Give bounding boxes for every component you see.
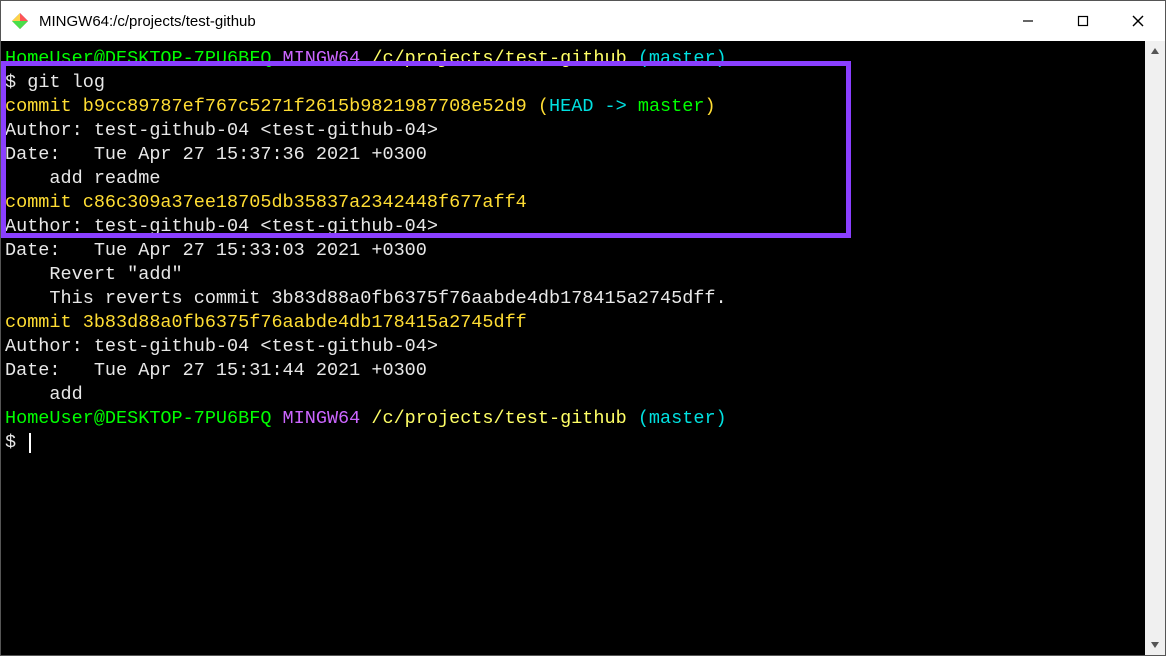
scrollbar[interactable] bbox=[1145, 41, 1165, 655]
window-title: MINGW64:/c/projects/test-github bbox=[39, 13, 1000, 30]
prompt-user-host: HomeUser@DESKTOP-7PU6BFQ bbox=[5, 408, 283, 429]
prompt-line: HomeUser@DESKTOP-7PU6BFQ MINGW64 /c/proj… bbox=[5, 407, 1145, 431]
message-line: Revert "add" bbox=[5, 263, 1145, 287]
titlebar[interactable]: MINGW64:/c/projects/test-github bbox=[1, 1, 1165, 41]
commit-date: Date: Tue Apr 27 15:31:44 2021 +0300 bbox=[5, 360, 427, 381]
date-line: Date: Tue Apr 27 15:33:03 2021 +0300 bbox=[5, 239, 1145, 263]
prompt-branch: (master) bbox=[638, 48, 727, 69]
maximize-button[interactable] bbox=[1055, 1, 1110, 41]
commit-message: Revert "add" bbox=[5, 264, 183, 285]
prompt-shell: MINGW64 bbox=[283, 48, 372, 69]
commit-date: Date: Tue Apr 27 15:33:03 2021 +0300 bbox=[5, 240, 427, 261]
author-line: Author: test-github-04 <test-github-04> bbox=[5, 335, 1145, 359]
commit-message: This reverts commit 3b83d88a0fb6375f76aa… bbox=[5, 288, 727, 309]
command-text: git log bbox=[27, 72, 105, 93]
commit-author: Author: test-github-04 <test-github-04> bbox=[5, 120, 438, 141]
terminal-area: HomeUser@DESKTOP-7PU6BFQ MINGW64 /c/proj… bbox=[1, 41, 1165, 655]
commit-line: commit 3b83d88a0fb6375f76aabde4db178415a… bbox=[5, 311, 1145, 335]
date-line: Date: Tue Apr 27 15:37:36 2021 +0300 bbox=[5, 143, 1145, 167]
commit-author: Author: test-github-04 <test-github-04> bbox=[5, 216, 438, 237]
commit-hash: commit b9cc89787ef767c5271f2615b98219877… bbox=[5, 96, 527, 117]
commit-hash: commit 3b83d88a0fb6375f76aabde4db178415a… bbox=[5, 312, 527, 333]
close-button[interactable] bbox=[1110, 1, 1165, 41]
commit-message: add bbox=[5, 384, 83, 405]
commit-hash: commit c86c309a37ee18705db35837a2342448f… bbox=[5, 192, 527, 213]
prompt-shell: MINGW64 bbox=[283, 408, 372, 429]
scroll-down-icon[interactable] bbox=[1145, 635, 1165, 655]
message-line: add readme bbox=[5, 167, 1145, 191]
cursor bbox=[29, 433, 31, 453]
ref-head: HEAD -> bbox=[549, 96, 638, 117]
minimize-button[interactable] bbox=[1000, 1, 1055, 41]
prompt-user-host: HomeUser@DESKTOP-7PU6BFQ bbox=[5, 48, 283, 69]
window-controls bbox=[1000, 1, 1165, 41]
author-line: Author: test-github-04 <test-github-04> bbox=[5, 215, 1145, 239]
commit-line: commit c86c309a37ee18705db35837a2342448f… bbox=[5, 191, 1145, 215]
message-line: add bbox=[5, 383, 1145, 407]
prompt-branch: (master) bbox=[638, 408, 727, 429]
commit-date: Date: Tue Apr 27 15:37:36 2021 +0300 bbox=[5, 144, 427, 165]
prompt-symbol: $ bbox=[5, 72, 27, 93]
scroll-up-icon[interactable] bbox=[1145, 41, 1165, 61]
terminal-window: MINGW64:/c/projects/test-github HomeUser… bbox=[0, 0, 1166, 656]
commit-message: add readme bbox=[5, 168, 160, 189]
prompt-symbol: $ bbox=[5, 432, 27, 453]
prompt-input-line[interactable]: $ bbox=[5, 431, 1145, 455]
ref-branch: master bbox=[638, 96, 705, 117]
commit-line: commit b9cc89787ef767c5271f2615b98219877… bbox=[5, 95, 1145, 119]
commit-author: Author: test-github-04 <test-github-04> bbox=[5, 336, 438, 357]
terminal-output[interactable]: HomeUser@DESKTOP-7PU6BFQ MINGW64 /c/proj… bbox=[1, 41, 1145, 655]
app-icon bbox=[11, 12, 29, 30]
prompt-line: HomeUser@DESKTOP-7PU6BFQ MINGW64 /c/proj… bbox=[5, 47, 1145, 71]
prompt-path: /c/projects/test-github bbox=[371, 408, 637, 429]
command-line: $ git log bbox=[5, 71, 1145, 95]
author-line: Author: test-github-04 <test-github-04> bbox=[5, 119, 1145, 143]
date-line: Date: Tue Apr 27 15:31:44 2021 +0300 bbox=[5, 359, 1145, 383]
prompt-path: /c/projects/test-github bbox=[371, 48, 637, 69]
message-line: This reverts commit 3b83d88a0fb6375f76aa… bbox=[5, 287, 1145, 311]
